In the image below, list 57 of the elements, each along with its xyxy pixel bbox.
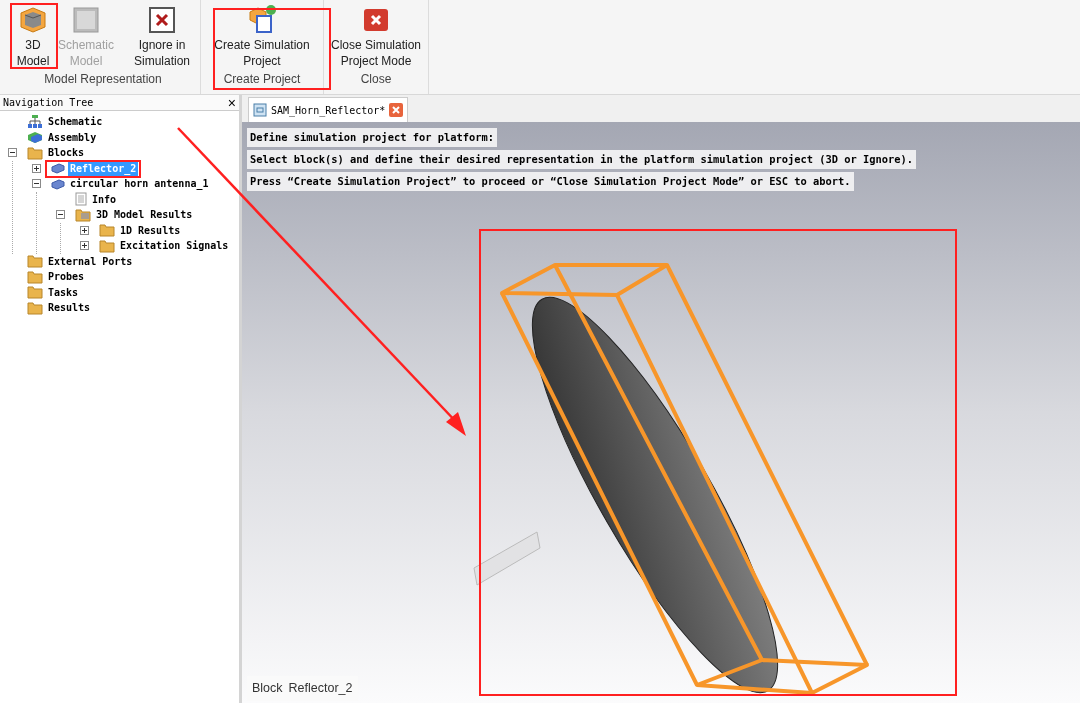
tree-item[interactable]: Info	[90, 191, 119, 207]
group-label: Model Representation	[44, 71, 162, 88]
tree-item[interactable]: Excitation Signals	[118, 238, 231, 254]
expand-toggle[interactable]	[32, 163, 41, 173]
folder-icon	[27, 300, 43, 315]
instruction-text: Define simulation project for platform:	[247, 128, 497, 147]
folder-icon	[27, 285, 43, 300]
block-icon	[51, 162, 65, 175]
ignore-icon	[148, 6, 176, 34]
close-button[interactable]: ×	[227, 95, 236, 110]
status-value: Reflector_2	[288, 680, 353, 698]
folder-icon	[27, 145, 43, 160]
cube-icon	[18, 6, 48, 34]
instruction-text: Select block(s) and define their desired representation in the platform simulation project (3D or Ignore).	[247, 150, 917, 169]
folder-icon	[27, 254, 43, 269]
instruction-text: Press “Create Simulation Project” to proceed or “Close Simulation Project Mode” or ESC to abort.	[247, 172, 854, 191]
tree-item[interactable]: Blocks	[46, 145, 87, 161]
tree-item[interactable]: 1D Results	[118, 222, 183, 238]
3d-viewport[interactable]	[242, 122, 1080, 703]
tree-item[interactable]: circular horn antenna_1	[68, 176, 211, 192]
tree-item[interactable]: External Ports	[46, 253, 135, 269]
square-icon	[72, 6, 100, 34]
document-icon	[75, 192, 87, 207]
results-folder-icon	[75, 207, 91, 222]
tree-item[interactable]: Assembly	[46, 129, 99, 145]
ribbon-button[interactable]: Close Simulation Project Mode	[325, 3, 427, 70]
folder-icon	[99, 238, 115, 253]
close-icon[interactable]	[389, 103, 404, 117]
group-label: Create Project	[223, 71, 301, 88]
document-tab[interactable]: SAM_Horn_Reflector*	[248, 97, 409, 122]
block-icon	[51, 177, 65, 190]
status-label: Block	[252, 680, 283, 698]
collapse-toggle[interactable]	[56, 210, 65, 220]
collapse-toggle[interactable]	[32, 179, 41, 189]
folder-icon	[99, 223, 115, 238]
schematic-icon	[27, 114, 43, 129]
tree-item[interactable]: Probes	[46, 269, 87, 285]
highlight-frame	[10, 3, 58, 69]
ribbon-button[interactable]: Ignore in Simulation	[128, 3, 196, 70]
tree-item[interactable]: Schematic	[46, 114, 105, 130]
ribbon-button[interactable]: Create Simulation Project	[202, 3, 322, 70]
close-icon	[362, 6, 390, 34]
tree-item[interactable]: Tasks	[46, 284, 81, 300]
panel-title: Navigation Tree	[3, 96, 94, 110]
group-label: Close	[360, 71, 392, 88]
ribbon-button[interactable]: 3D Model	[10, 3, 56, 70]
expand-toggle[interactable]	[80, 241, 89, 251]
assembly-icon	[27, 130, 43, 145]
create-project-icon	[246, 4, 278, 36]
horn-antenna	[473, 531, 541, 586]
tree-item[interactable]: 3D Model Results	[94, 207, 195, 223]
collapse-toggle[interactable]	[8, 148, 17, 158]
document-icon	[253, 103, 267, 117]
tab-title: SAM_Horn_Reflector*	[271, 103, 386, 118]
folder-icon	[27, 269, 43, 284]
tree-item[interactable]: Results	[46, 300, 93, 316]
expand-toggle[interactable]	[80, 225, 89, 235]
